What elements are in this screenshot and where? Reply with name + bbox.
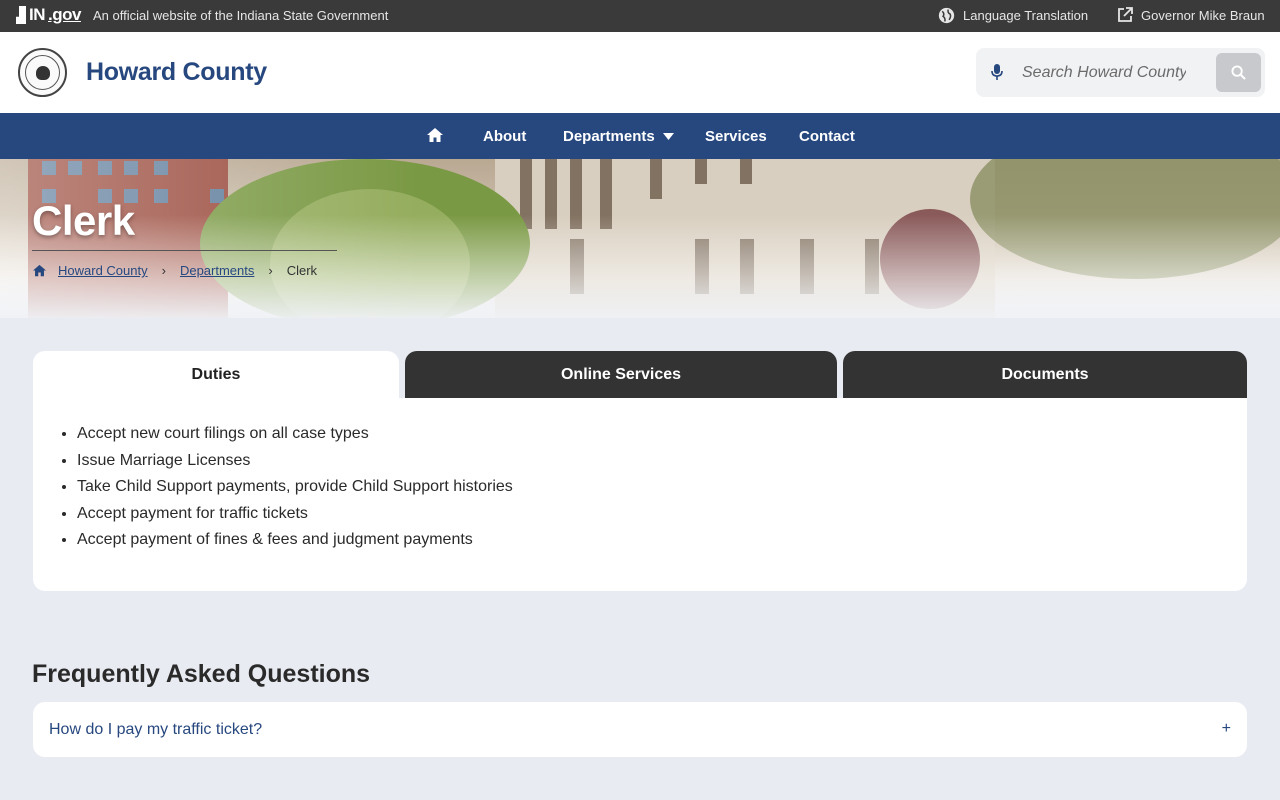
seal-emblem-icon [35,65,50,80]
nav-contact[interactable]: Contact [799,128,855,145]
faq-heading: Frequently Asked Questions [32,660,371,688]
search-input[interactable] [1022,58,1186,87]
list-item: Accept new court filings on all case typ… [77,425,513,452]
language-translation-label: Language Translation [963,8,1089,23]
tab-documents-label: Documents [1001,366,1089,383]
globe-icon [938,7,955,24]
search-bar [976,48,1265,97]
county-seal-inner [25,55,60,90]
home-icon[interactable] [426,127,444,143]
breadcrumb-home-icon[interactable] [32,264,47,277]
duties-panel: Accept new court filings on all case typ… [33,398,1247,591]
list-item: Accept payment for traffic tickets [77,505,513,532]
tab-documents[interactable]: Documents [843,351,1247,399]
in-gov-logo-suffix: .gov [48,5,81,24]
expand-plus-icon: + [1221,720,1231,737]
list-item: Issue Marriage Licenses [77,452,513,479]
official-website-text: An official website of the Indiana State… [93,8,389,23]
tab-duties-label: Duties [191,366,241,383]
tab-duties[interactable]: Duties [33,351,399,399]
county-seal-logo[interactable] [18,48,67,97]
in-gov-logo-text: IN [29,5,46,24]
site-header: Howard County [0,32,1280,113]
hero-fade [0,159,1280,318]
duties-list: Accept new court filings on all case typ… [77,425,513,558]
tab-online-services-label: Online Services [560,366,682,383]
indiana-state-icon [16,6,26,24]
page-title: Clerk [32,197,135,244]
caret-down-icon [662,133,674,140]
nav-about[interactable]: About [483,128,526,145]
faq-item[interactable]: How do I pay my traffic ticket? + [33,702,1247,757]
nav-departments[interactable]: Departments [563,128,674,145]
breadcrumb-link-howard-county[interactable]: Howard County [58,263,148,278]
site-title[interactable]: Howard County [86,58,267,87]
gov-bar: IN .gov An official website of the Indian… [0,0,1280,32]
in-gov-logo[interactable]: IN .gov [16,5,81,25]
breadcrumb-chevron-icon: › [268,263,273,278]
nav-services-label: Services [705,128,767,145]
hero-banner: Clerk Howard County › Departments › Cler… [0,159,1280,318]
main-nav: About Departments Services Contact [0,113,1280,159]
breadcrumb: Howard County › Departments › Clerk [32,263,317,278]
tab-online-services[interactable]: Online Services [405,351,837,399]
faq-question: How do I pay my traffic ticket? [49,721,263,738]
governor-link[interactable]: Governor Mike Braun [1117,7,1265,23]
nav-contact-label: Contact [799,128,855,145]
nav-departments-label: Departments [563,128,655,145]
breadcrumb-link-departments[interactable]: Departments [180,263,254,278]
language-translation-button[interactable]: Language Translation [938,7,1088,24]
breadcrumb-chevron-icon: › [161,263,166,278]
list-item: Accept payment of fines & fees and judgm… [77,531,513,558]
nav-about-label: About [483,128,527,145]
search-icon [1231,65,1246,80]
search-button[interactable] [1216,53,1261,92]
breadcrumb-current: Clerk [286,263,318,278]
external-link-icon [1118,7,1133,22]
list-item: Take Child Support payments, provide Chi… [77,478,513,505]
title-divider [32,250,337,251]
nav-services[interactable]: Services [705,128,767,145]
microphone-icon[interactable] [991,64,1003,81]
governor-link-label: Governor Mike Braun [1141,7,1265,23]
